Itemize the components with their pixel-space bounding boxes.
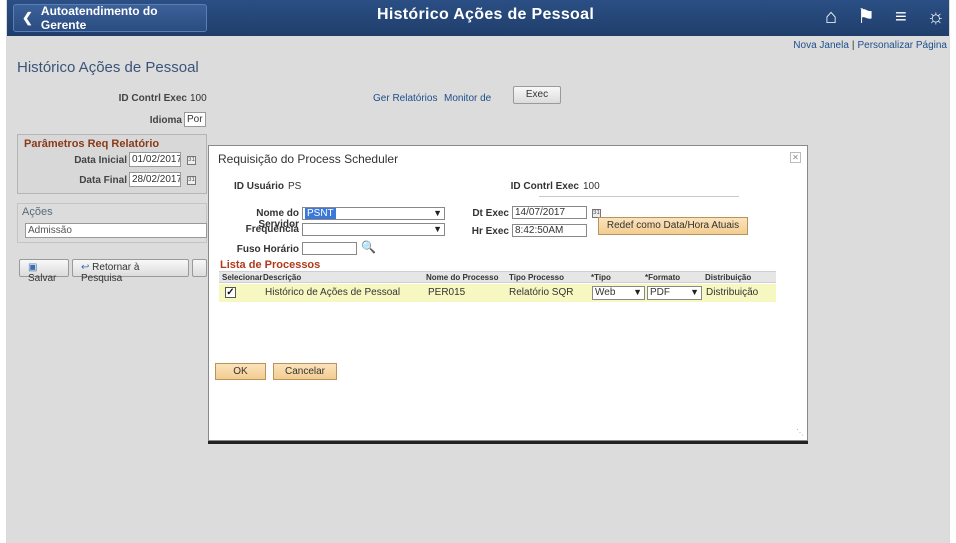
header-divider	[539, 196, 739, 197]
recurrence-label: Frequência	[245, 224, 299, 235]
actions-title: Ações	[22, 206, 53, 218]
server-name-select[interactable]: PSNT ▼	[302, 207, 445, 220]
run-time-input[interactable]: 8:42:50AM	[512, 224, 587, 237]
save-button[interactable]: ▣ Salvar	[19, 259, 69, 284]
run-time-label: Hr Exec	[471, 226, 509, 237]
language-label: Idioma	[149, 115, 182, 126]
column-header: Descrição	[263, 273, 302, 282]
distribution-link[interactable]: Distribuição	[706, 287, 758, 298]
output-format-value: PDF	[650, 287, 670, 298]
language-select[interactable]: Por	[184, 112, 206, 127]
return-icon: ↩	[81, 262, 90, 273]
ok-button[interactable]: OK	[215, 363, 266, 380]
actions-select[interactable]: Admissão	[25, 223, 207, 238]
calendar-icon[interactable]: 31	[187, 176, 196, 185]
time-zone-input[interactable]	[302, 242, 357, 255]
save-icon: ▣	[28, 262, 38, 273]
user-id-label: ID Usuário	[233, 181, 284, 192]
table-row: ✓ Histórico de Ações de Pessoal PER015 R…	[219, 284, 776, 302]
process-list-header: Selecionar Descrição Nome do Processo Ti…	[219, 271, 776, 283]
page-links: Nova Janela | Personalizar Página	[793, 40, 947, 51]
dialog-run-control-value: 100	[583, 181, 600, 192]
chevron-down-icon: ▼	[433, 224, 442, 234]
banner-actions: ⌂ ⚑ ≡ ☼	[825, 6, 945, 28]
page-title: Histórico Ações de Pessoal	[17, 59, 199, 76]
new-window-link[interactable]: Nova Janela	[793, 40, 849, 51]
run-date-label: Dt Exec	[472, 208, 509, 219]
banner-title: Histórico Ações de Pessoal	[377, 6, 595, 23]
window-right-edge	[949, 0, 956, 543]
column-header: *Tipo	[591, 273, 611, 282]
output-type-value: Web	[595, 287, 616, 298]
end-date-label: Data Final	[79, 175, 127, 186]
user-id-value: PS	[288, 181, 302, 192]
end-date-input[interactable]: 28/02/2017	[129, 172, 181, 187]
save-button-label: Salvar	[28, 273, 57, 284]
recurrence-select[interactable]: ▼	[302, 223, 445, 236]
menu-icon[interactable]: ≡	[895, 6, 907, 28]
chevron-down-icon: ▼	[690, 287, 699, 297]
return-button-label: Retornar à Pesquisa	[81, 262, 140, 284]
window-left-edge	[0, 0, 7, 543]
process-description: Histórico de Ações de Pessoal	[265, 287, 401, 298]
page-content: Nova Janela | Personalizar Página Históric…	[7, 36, 949, 543]
select-checkbox[interactable]: ✓	[225, 287, 236, 298]
dialog-run-control-label: ID Contrl Exec	[510, 181, 579, 192]
start-date-input[interactable]: 01/02/2017	[129, 152, 181, 167]
output-format-select[interactable]: PDF ▼	[647, 286, 702, 300]
column-header: *Formato	[645, 273, 681, 282]
calendar-icon[interactable]: 31	[187, 156, 196, 165]
run-control-value: 100	[190, 93, 207, 104]
chevron-down-icon: ▼	[633, 287, 642, 297]
column-header: Tipo Processo	[509, 273, 564, 282]
column-header: Selecionar	[222, 273, 263, 282]
search-icon[interactable]: 🔍	[361, 240, 376, 254]
reset-to-current-button[interactable]: Redef como Data/Hora Atuais	[598, 217, 748, 235]
top-banner: ❮ Autoatendimento do Gerente Histórico A…	[7, 0, 949, 36]
report-params-title: Parâmetros Req Relatório	[24, 138, 160, 150]
output-type-select[interactable]: Web ▼	[592, 286, 645, 300]
personalize-page-link[interactable]: Personalizar Página	[858, 40, 948, 51]
start-date-label: Data Inicial	[74, 155, 127, 166]
report-manager-link[interactable]: Ger Relatórios	[373, 93, 437, 104]
process-type: Relatório SQR	[509, 287, 574, 298]
run-control-label: ID Contrl Exec	[118, 93, 187, 104]
process-list-title: Lista de Processos	[220, 259, 321, 271]
process-scheduler-dialog: Requisição do Process Scheduler ✕ ID Usu…	[208, 145, 808, 441]
server-name-value: PSNT	[305, 208, 336, 219]
resize-handle-icon[interactable]: ⋱	[796, 428, 804, 437]
cancel-button[interactable]: Cancelar	[273, 363, 337, 380]
back-button-label: Autoatendimento do Gerente	[40, 4, 158, 32]
run-date-input[interactable]: 14/07/2017	[512, 206, 587, 219]
link-separator: |	[851, 40, 855, 51]
back-button[interactable]: ❮ Autoatendimento do Gerente	[13, 4, 207, 32]
chevron-down-icon: ▼	[433, 208, 442, 218]
next-toolbar-button[interactable]	[192, 259, 207, 277]
dialog-title: Requisição do Process Scheduler	[218, 152, 399, 166]
return-to-search-button[interactable]: ↩ Retornar à Pesquisa	[72, 259, 189, 284]
chevron-left-icon: ❮	[22, 10, 33, 25]
process-name: PER015	[428, 287, 466, 298]
column-header: Distribuição	[705, 273, 752, 282]
flag-icon[interactable]: ⚑	[857, 6, 875, 28]
close-icon[interactable]: ✕	[790, 152, 801, 163]
compass-icon[interactable]: ☼	[927, 6, 945, 28]
exec-button[interactable]: Exec	[513, 86, 561, 104]
column-header: Nome do Processo	[426, 273, 499, 282]
process-monitor-link[interactable]: Monitor de	[444, 93, 491, 104]
home-icon[interactable]: ⌂	[825, 6, 837, 28]
time-zone-label: Fuso Horário	[236, 244, 299, 255]
